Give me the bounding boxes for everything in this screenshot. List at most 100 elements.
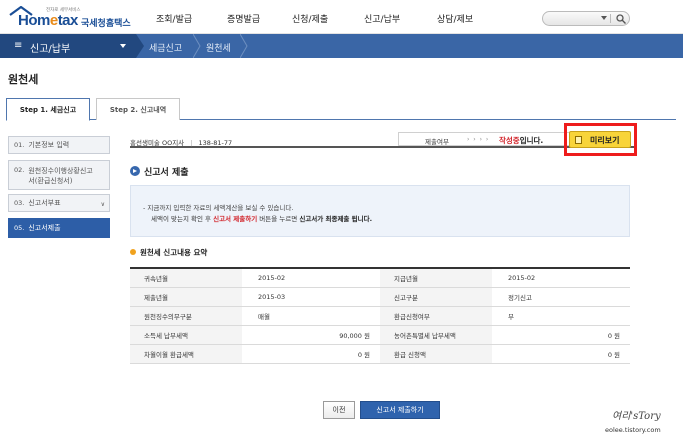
logo-e: e [49,12,58,29]
nav-item-inquiry[interactable]: 조회/발급 [156,12,192,25]
chevron-down-icon [120,44,126,48]
step-label: 원천징수이행상황신고 서(환급신청서) [28,166,92,186]
submission-status: 제출여부 › › › › 작성중입니다. [398,132,591,146]
step-label-line2: 서(환급신청서) [28,177,73,185]
logo-part2: tax [57,12,79,29]
watermark-title: 여리'sTory [612,411,661,422]
info-separator: | [190,139,193,147]
table-value-cell: 0 원 [242,344,380,364]
status-value-rest: 입니다. [519,136,544,145]
table-header-cell: 신고구분 [380,287,492,307]
step-tabs: Step 1. 세금신고 Step 2. 신고내역 [6,98,676,121]
table-header-cell: 원천징수의무구분 [130,306,242,326]
table-value-cell: 90,000 원 [242,325,380,345]
status-value-red: 작성중 [499,136,520,145]
menu-dropdown-label: 신고/납부 [30,44,71,55]
step-item-submit[interactable]: 05. 신고서제출 [8,218,110,238]
notice-line2: 세액이 맞는지 확인 후 신고서 제출하기 버튼을 누르면 신고서가 최종제출 … [151,213,372,223]
chevron-down-icon: ∨ [100,201,105,208]
table-header-cell: 차월이월 환급세액 [130,344,242,364]
table-value-cell: 2015-02 [242,268,380,288]
step-item-attachment[interactable]: 03. 신고서부표 ∨ [8,194,110,212]
step-label: 신고서제출 [28,224,61,232]
table-value-cell: 매월 [242,306,380,326]
page-title: 원천세 [8,73,39,86]
table-value-cell: 정기신고 [492,287,630,307]
logo-wordmark: Hometax [18,12,78,29]
search-divider [610,14,611,23]
menu-dropdown[interactable]: ≡ 신고/납부 [0,34,136,58]
watermark-url: eolee.tistory.com [605,426,661,434]
table-row: 차월이월 환급세액 0 원 환급 신청액 0 원 [130,344,630,364]
nav-item-application[interactable]: 신청/제출 [292,12,328,25]
summary-title: 원천세 신고내용 요약 [140,248,208,257]
step-label-line1: 원천징수이행상황신고 [28,167,93,175]
breadcrumb-separator-icon [240,34,248,58]
table-row: 귀속년월 2015-02 지급년월 2015-02 [130,268,630,288]
notice-line2-b: 버튼을 누르면 [257,215,300,223]
table-header-cell: 환급 신청액 [380,344,492,364]
tab-step1[interactable]: Step 1. 세금신고 [6,98,90,121]
table-row: 제출년월 2015-03 신고구분 정기신고 [130,287,630,307]
menu-bar: ≡ 신고/납부 세금신고 원천세 [0,34,683,58]
breadcrumb-arrow [136,34,144,58]
breadcrumb-tax-filing[interactable]: 세금신고 [149,41,182,54]
tab-step2[interactable]: Step 2. 신고내역 [96,98,180,120]
step-item-basic-info[interactable]: 01. 기본정보 입력 [8,136,110,154]
table-value-cell: 0 원 [492,344,630,364]
hamburger-icon: ≡ [14,40,23,51]
table-header-cell: 농어촌특별세 납부세액 [380,325,492,345]
arrow-circle-icon [130,166,140,176]
table-header-cell: 귀속년월 [130,268,242,288]
submit-report-button[interactable]: 신고서 제출하기 [360,401,440,419]
notice-line2-a: 세액이 맞는지 확인 후 [151,215,214,223]
status-arrows: › › › › [467,136,490,143]
breadcrumb-withholding[interactable]: 원천세 [206,41,231,54]
nav-item-filing[interactable]: 신고/납부 [364,12,400,25]
step-number: 05. [14,224,25,232]
document-icon [575,136,582,144]
step-number: 03. [14,199,25,207]
nav-item-consult[interactable]: 상담/제보 [437,12,473,25]
status-label: 제출여부 [425,138,449,146]
notice-line2-red: 신고서 제출하기 [213,215,258,223]
table-value-cell: 0 원 [492,325,630,345]
notice-line2-bold: 신고서가 최종제출 됩니다. [299,215,373,223]
table-value-cell: 부 [492,306,630,326]
table-value-cell: 2015-03 [242,287,380,307]
table-row: 소득세 납부세액 90,000 원 농어촌특별세 납부세액 0 원 [130,325,630,345]
table-value-cell: 2015-02 [492,268,630,288]
search-box[interactable] [542,11,630,26]
company-name: 홍선생미술 OO지사 [130,139,185,147]
table-row: 원천징수의무구분 매월 환급신청여부 부 [130,306,630,326]
table-header-cell: 지급년월 [380,268,492,288]
table-header-cell: 환급신청여부 [380,306,492,326]
breadcrumb-separator-icon [193,34,201,58]
notice-box: - 지금까지 입력한 자료의 세액계산을 보실 수 있습니다. 세액이 맞는지 … [130,185,630,237]
logo-korean-name: 국세청홈택스 [81,19,131,29]
search-icon[interactable] [615,13,627,25]
step-number: 02. [14,166,25,174]
business-number: 138-81-77 [198,139,233,147]
bullet-dot-icon [130,249,136,255]
step-label: 기본정보 입력 [28,141,70,149]
step-number: 01. [14,141,25,149]
top-header: 전자로 세무서비스 Hometax 국세청홈택스 조회/발급 증명발급 신청/제… [0,0,683,34]
step-item-report[interactable]: 02. 원천징수이행상황신고 서(환급신청서) [8,160,110,190]
taxpayer-info: 홍선생미술 OO지사 | 138-81-77 제출여부 › › › › 작성중입… [130,132,635,148]
taxpayer-name: 홍선생미술 OO지사 | 138-81-77 [130,137,232,147]
prev-button[interactable]: 이전 [323,401,355,419]
status-value: 작성중입니다. [499,135,543,146]
table-header-cell: 소득세 납부세액 [130,325,242,345]
table-header-cell: 제출년월 [130,287,242,307]
preview-button-label: 미리보기 [590,136,620,145]
logo-part1: Hom [18,12,50,29]
section-title: 신고서 제출 [144,168,189,178]
nav-item-certificate[interactable]: 증명발급 [227,12,260,25]
summary-table: 귀속년월 2015-02 지급년월 2015-02 제출년월 2015-03 신… [130,267,630,364]
step-label: 신고서부표 [28,199,61,207]
preview-button[interactable]: 미리보기 [569,131,631,148]
notice-line1: - 지금까지 입력한 자료의 세액계산을 보실 수 있습니다. [143,204,294,212]
chevron-down-icon [601,16,607,20]
hometax-logo[interactable]: 전자로 세무서비스 Hometax 국세청홈택스 [8,6,131,29]
